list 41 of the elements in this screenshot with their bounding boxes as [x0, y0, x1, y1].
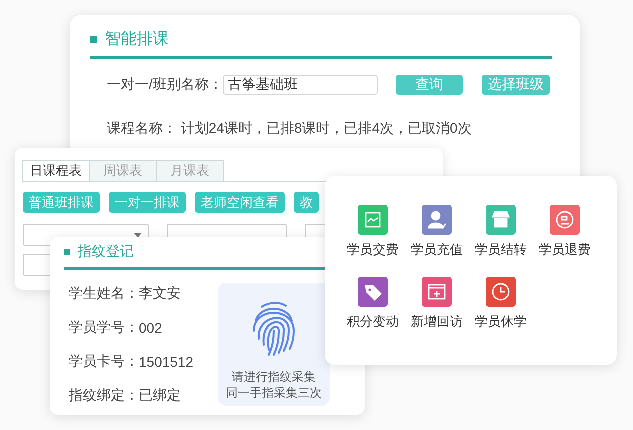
prompt-text: 同一手指采集三次 — [226, 385, 322, 401]
action-button[interactable]: 选择班级 — [482, 75, 550, 95]
action-label: 新增回访 — [411, 313, 463, 331]
field-value: 已绑定 — [139, 387, 181, 405]
class-name-label: 一对一/班别名称： — [107, 76, 223, 94]
class-name-field[interactable]: 古筝基础班 — [222, 75, 378, 95]
action-icon[interactable] — [358, 277, 388, 307]
schedule-button[interactable]: 普通班排课 — [23, 192, 100, 213]
prompt-text: 请进行指纹采集 — [231, 369, 317, 385]
field-label: 学生姓名： — [69, 285, 139, 303]
field-label: 指纹绑定： — [69, 387, 139, 405]
action-label: 学员结转 — [475, 241, 527, 259]
schedule-button[interactable]: 老师空闲查看 — [195, 192, 285, 213]
action-icon[interactable] — [422, 277, 452, 307]
action-button[interactable]: 查询 — [396, 75, 463, 95]
course-info-text: 课程名称： 计划24课时，已排8课时，已排4次，已取消0次 — [107, 120, 473, 138]
field-label: 学员卡号： — [69, 353, 139, 371]
field-value: 002 — [139, 320, 162, 336]
action-label: 积分变动 — [347, 313, 399, 331]
action-label: 学员交费 — [347, 241, 399, 259]
field-label: 学员学号： — [69, 319, 139, 337]
timetable-tab[interactable]: 周课表 — [89, 160, 157, 181]
panel-title: 智能排课 — [105, 30, 169, 50]
action-label: 学员充值 — [411, 241, 463, 259]
action-icon[interactable] — [486, 205, 516, 235]
title-marker-icon — [90, 36, 97, 43]
fingerprint-icon — [250, 301, 298, 357]
title-marker-icon — [64, 249, 70, 255]
action-icon[interactable] — [486, 277, 516, 307]
action-label: 学员退费 — [539, 241, 591, 259]
action-label: 学员休学 — [475, 313, 527, 331]
action-icon[interactable] — [422, 205, 452, 235]
action-icon[interactable] — [358, 205, 388, 235]
schedule-button[interactable]: 教 — [294, 192, 319, 213]
action-icon[interactable] — [550, 205, 580, 235]
schedule-button[interactable]: 一对一排课 — [109, 192, 186, 213]
panel-title: 指纹登记 — [78, 243, 134, 261]
field-value: 李文安 — [139, 285, 181, 303]
timetable-tab[interactable]: 日课程表 — [22, 160, 90, 181]
field-value: 1501512 — [139, 354, 194, 370]
timetable-tab[interactable]: 月课表 — [156, 160, 224, 181]
